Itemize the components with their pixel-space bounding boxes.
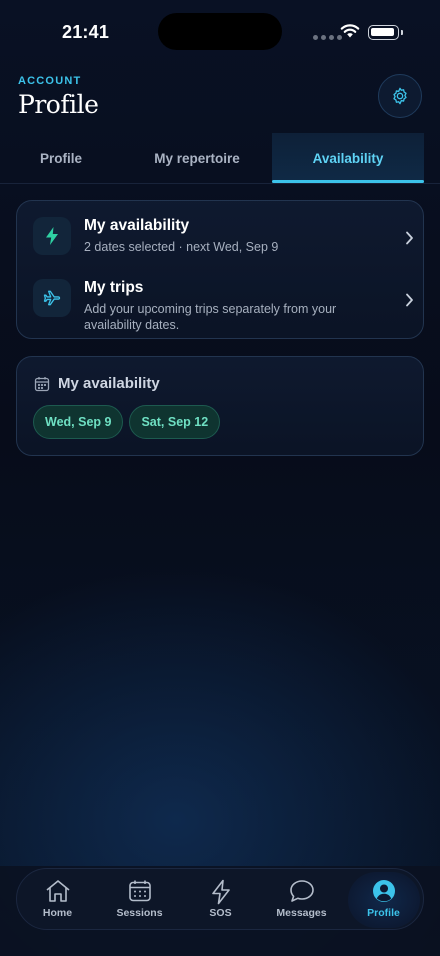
gear-icon xyxy=(393,87,407,105)
page-title: Profile xyxy=(18,90,99,119)
my-availability-row[interactable]: My availability 2 dates selected · next … xyxy=(17,207,425,273)
my-trips-row[interactable]: My trips Add your upcoming trips separat… xyxy=(17,269,425,335)
nav-label: Sessions xyxy=(116,907,163,919)
row-title: My trips xyxy=(84,279,144,296)
battery-icon xyxy=(368,25,403,40)
wifi-icon xyxy=(340,24,360,38)
nav-messages[interactable]: Messages xyxy=(261,869,342,931)
home-icon xyxy=(45,880,70,902)
profile-tabs: Profile My repertoire Availability xyxy=(0,133,440,184)
date-pill-list: Wed, Sep 9 Sat, Sep 12 xyxy=(33,405,221,439)
lightning-icon xyxy=(33,217,71,255)
date-pill[interactable]: Wed, Sep 9 xyxy=(33,405,124,439)
availability-dates-card: My availability Wed, Sep 9 Sat, Sep 12 xyxy=(16,356,424,456)
section-eyebrow: ACCOUNT xyxy=(18,75,82,87)
tab-availability[interactable]: Availability xyxy=(272,133,424,183)
row-subtitle: Add your upcoming trips separately from … xyxy=(84,302,337,332)
status-time: 21:41 xyxy=(62,22,110,42)
dates-card-title: My availability xyxy=(58,375,160,392)
active-tab-indicator xyxy=(272,180,424,183)
nav-home[interactable]: Home xyxy=(17,869,98,931)
tab-my-repertoire[interactable]: My repertoire xyxy=(122,133,272,183)
tab-profile[interactable]: Profile xyxy=(0,133,122,183)
status-bar: 21:41 xyxy=(0,0,440,64)
nav-label: Profile xyxy=(367,907,400,919)
dynamic-island xyxy=(158,13,282,50)
cellular-signal-icon xyxy=(313,35,342,40)
row-title: My availability xyxy=(84,217,190,234)
nav-label: Messages xyxy=(276,907,327,919)
calendar-grid-icon xyxy=(128,880,151,902)
nav-label: Home xyxy=(42,907,73,919)
nav-sessions[interactable]: Sessions xyxy=(99,869,180,931)
nav-label: SOS xyxy=(209,907,232,919)
lightning-icon xyxy=(211,879,230,905)
chevron-right-icon xyxy=(406,231,413,245)
nav-sos[interactable]: SOS xyxy=(180,869,261,931)
chat-bubble-icon xyxy=(289,880,314,902)
availability-links-card: My availability 2 dates selected · next … xyxy=(16,200,424,339)
bottom-navigation: Home Sessions SOS Messages Profile xyxy=(16,868,424,930)
row-subtitle: 2 dates selected · next Wed, Sep 9 xyxy=(84,240,279,254)
airplane-icon xyxy=(33,279,71,317)
nav-profile[interactable]: Profile xyxy=(343,869,424,931)
screen: 21:41 ACCOUNT Profile Profile My reperto… xyxy=(0,0,440,956)
chevron-right-icon xyxy=(406,293,413,307)
date-pill[interactable]: Sat, Sep 12 xyxy=(129,405,221,439)
user-circle-icon xyxy=(372,880,395,902)
settings-button[interactable] xyxy=(378,74,422,118)
calendar-icon xyxy=(34,377,50,392)
